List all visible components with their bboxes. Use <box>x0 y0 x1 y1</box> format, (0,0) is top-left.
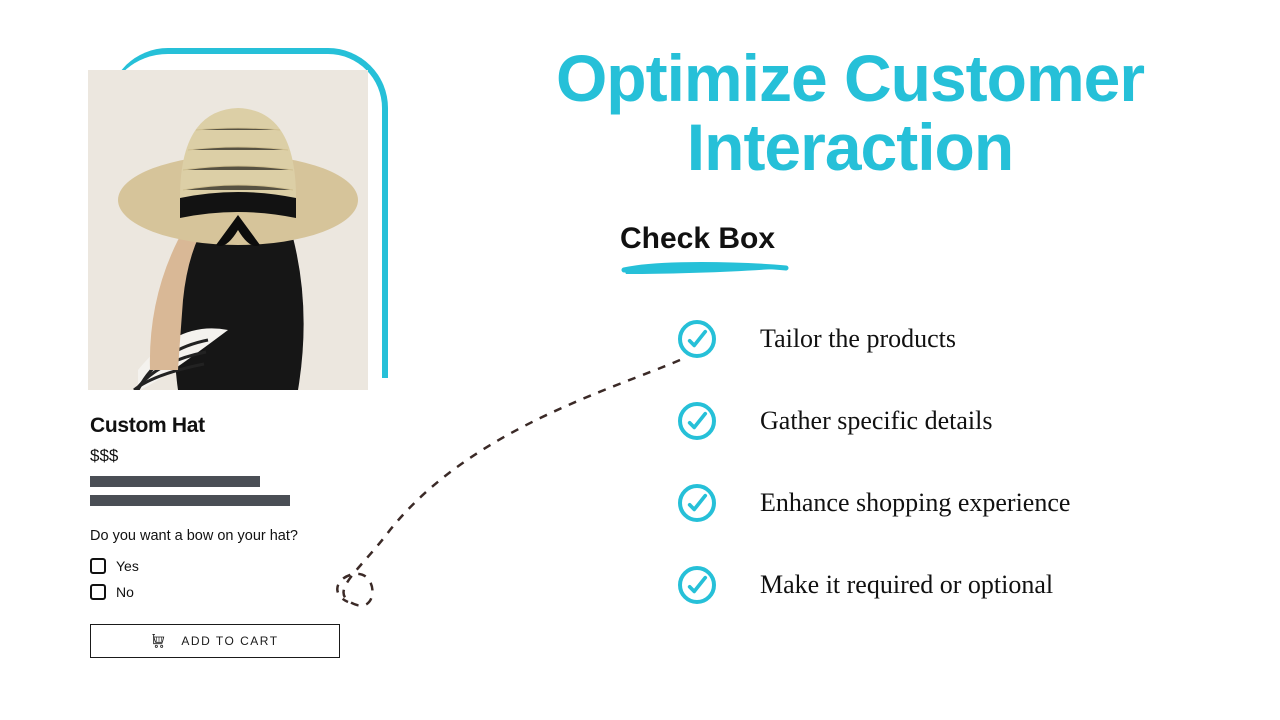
checkmark-circle-icon <box>678 566 716 604</box>
checkmark-circle-icon <box>678 484 716 522</box>
benefit-item: Gather specific details <box>678 402 1070 440</box>
product-image <box>88 70 368 390</box>
checkmark-circle-icon <box>678 320 716 358</box>
option-label: No <box>116 584 134 600</box>
product-title: Custom Hat <box>90 414 390 438</box>
placeholder-line <box>90 476 260 487</box>
cart-icon <box>151 634 167 648</box>
add-to-cart-button[interactable]: ADD TO CART <box>90 624 340 658</box>
product-details: Custom Hat $$$ Do you want a bow on your… <box>90 414 390 658</box>
benefit-label: Make it required or optional <box>760 570 1053 600</box>
brush-underline-icon <box>620 260 790 278</box>
option-label: Yes <box>116 558 139 574</box>
subhead: Check Box <box>620 222 790 256</box>
placeholder-line <box>90 495 290 506</box>
checkbox-icon <box>90 558 106 574</box>
checkbox-option-yes[interactable]: Yes <box>90 558 390 574</box>
checkbox-icon <box>90 584 106 600</box>
product-price: $$$ <box>90 446 390 466</box>
headline: Optimize Customer Interaction <box>470 44 1230 183</box>
benefit-label: Gather specific details <box>760 406 992 436</box>
checkbox-option-no[interactable]: No <box>90 584 390 600</box>
benefit-label: Tailor the products <box>760 324 956 354</box>
benefits-list: Tailor the products Gather specific deta… <box>678 320 1070 604</box>
benefit-item: Enhance shopping experience <box>678 484 1070 522</box>
benefit-item: Make it required or optional <box>678 566 1070 604</box>
benefit-label: Enhance shopping experience <box>760 488 1070 518</box>
add-to-cart-label: ADD TO CART <box>181 634 278 648</box>
checkmark-circle-icon <box>678 402 716 440</box>
benefit-item: Tailor the products <box>678 320 1070 358</box>
product-question: Do you want a bow on your hat? <box>90 528 390 544</box>
subhead-block: Check Box <box>620 222 790 283</box>
